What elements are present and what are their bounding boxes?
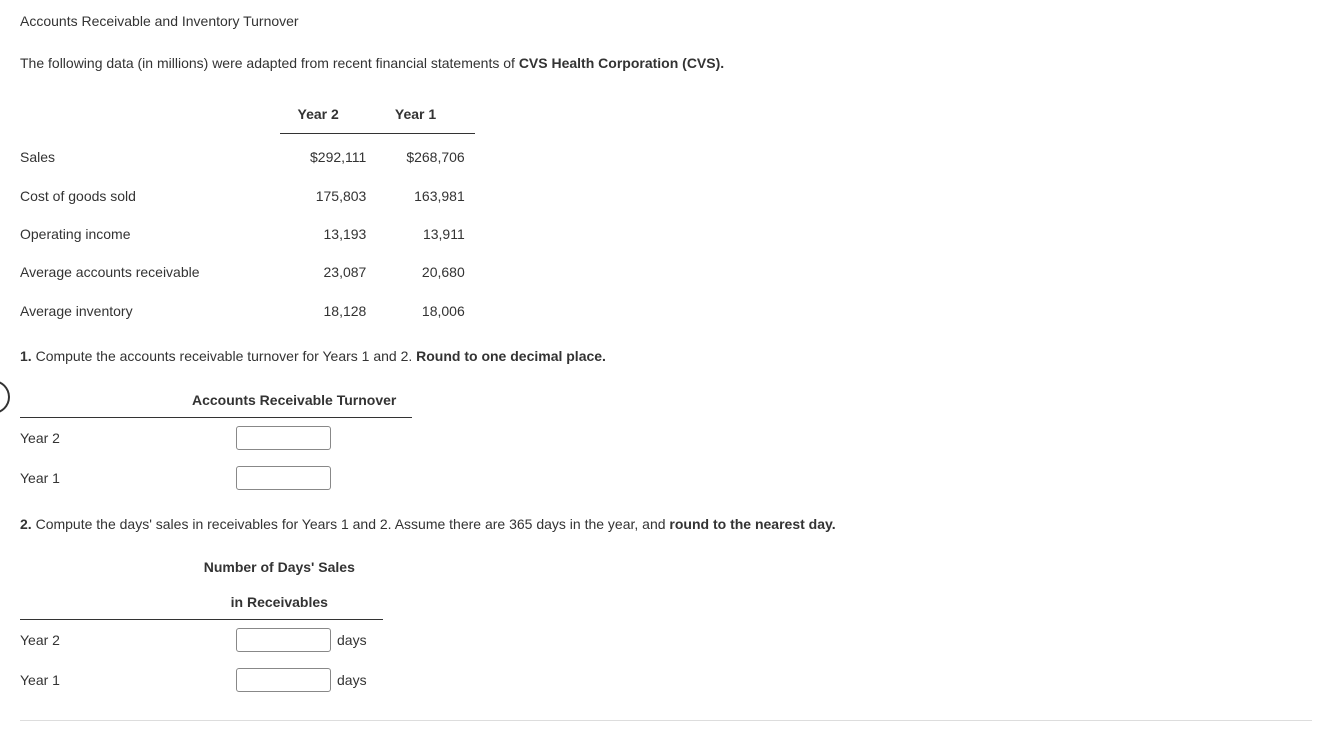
q2-header-line1: Number of Days' Sales [176, 550, 383, 584]
blank-header [20, 585, 176, 620]
row-label: Sales [20, 134, 280, 177]
row-label: Average accounts receivable [20, 253, 280, 291]
q2-bold: round to the nearest day. [669, 516, 835, 532]
intro-text: The following data (in millions) were ad… [20, 52, 1312, 74]
answer-row: Year 2 days [20, 620, 383, 661]
table-row: Average accounts receivable 23,087 20,68… [20, 253, 475, 291]
table-row: Sales $292,111 $268,706 [20, 134, 475, 177]
row-y1: 163,981 [376, 177, 474, 215]
q2-answer-table: Number of Days' Sales in Receivables Yea… [20, 550, 383, 700]
answer-row: Year 1 [20, 458, 412, 498]
row-y2: $292,111 [280, 134, 376, 177]
table-row: Operating income 13,193 13,911 [20, 215, 475, 253]
page-title: Accounts Receivable and Inventory Turnov… [20, 10, 1312, 32]
q2-year1-input[interactable] [236, 668, 331, 692]
unit-label: days [337, 629, 367, 651]
q1-answer-table: Accounts Receivable Turnover Year 2 Year… [20, 383, 412, 498]
q2-text: Compute the days' sales in receivables f… [32, 516, 670, 532]
bottom-divider [20, 720, 1312, 721]
q2-header-line2: in Receivables [176, 585, 383, 620]
q2-number: 2. [20, 516, 32, 532]
q1-year2-input[interactable] [236, 426, 331, 450]
row-y1: 13,911 [376, 215, 474, 253]
answer-row: Year 1 days [20, 660, 383, 700]
q2-year2-input[interactable] [236, 628, 331, 652]
col-year1: Year 1 [376, 95, 474, 134]
financial-data-table: Year 2 Year 1 Sales $292,111 $268,706 Co… [20, 95, 475, 330]
col-year2: Year 2 [280, 95, 376, 134]
row-label: Operating income [20, 215, 280, 253]
question-2: 2. Compute the days' sales in receivable… [20, 513, 1312, 535]
q1-bold: Round to one decimal place. [416, 348, 606, 364]
intro-company: CVS Health Corporation (CVS). [519, 55, 724, 71]
row-y2: 18,128 [280, 292, 376, 330]
blank-header [20, 550, 176, 584]
q1-text: Compute the accounts receivable turnover… [32, 348, 416, 364]
table-row: Cost of goods sold 175,803 163,981 [20, 177, 475, 215]
answer-label: Year 2 [20, 620, 176, 661]
table-row: Average inventory 18,128 18,006 [20, 292, 475, 330]
intro-prefix: The following data (in millions) were ad… [20, 55, 519, 71]
q1-year1-input[interactable] [236, 466, 331, 490]
blank-header [20, 383, 176, 418]
row-y2: 13,193 [280, 215, 376, 253]
blank-header [20, 95, 280, 134]
row-y1: 20,680 [376, 253, 474, 291]
answer-label: Year 1 [20, 458, 176, 498]
row-y2: 23,087 [280, 253, 376, 291]
answer-row: Year 2 [20, 417, 412, 458]
question-1: 1. Compute the accounts receivable turno… [20, 345, 1312, 367]
q1-number: 1. [20, 348, 32, 364]
row-label: Average inventory [20, 292, 280, 330]
decorative-arc [0, 380, 10, 414]
row-y2: 175,803 [280, 177, 376, 215]
answer-label: Year 1 [20, 660, 176, 700]
q1-header: Accounts Receivable Turnover [176, 383, 412, 418]
row-label: Cost of goods sold [20, 177, 280, 215]
unit-label: days [337, 669, 367, 691]
row-y1: 18,006 [376, 292, 474, 330]
answer-label: Year 2 [20, 417, 176, 458]
row-y1: $268,706 [376, 134, 474, 177]
